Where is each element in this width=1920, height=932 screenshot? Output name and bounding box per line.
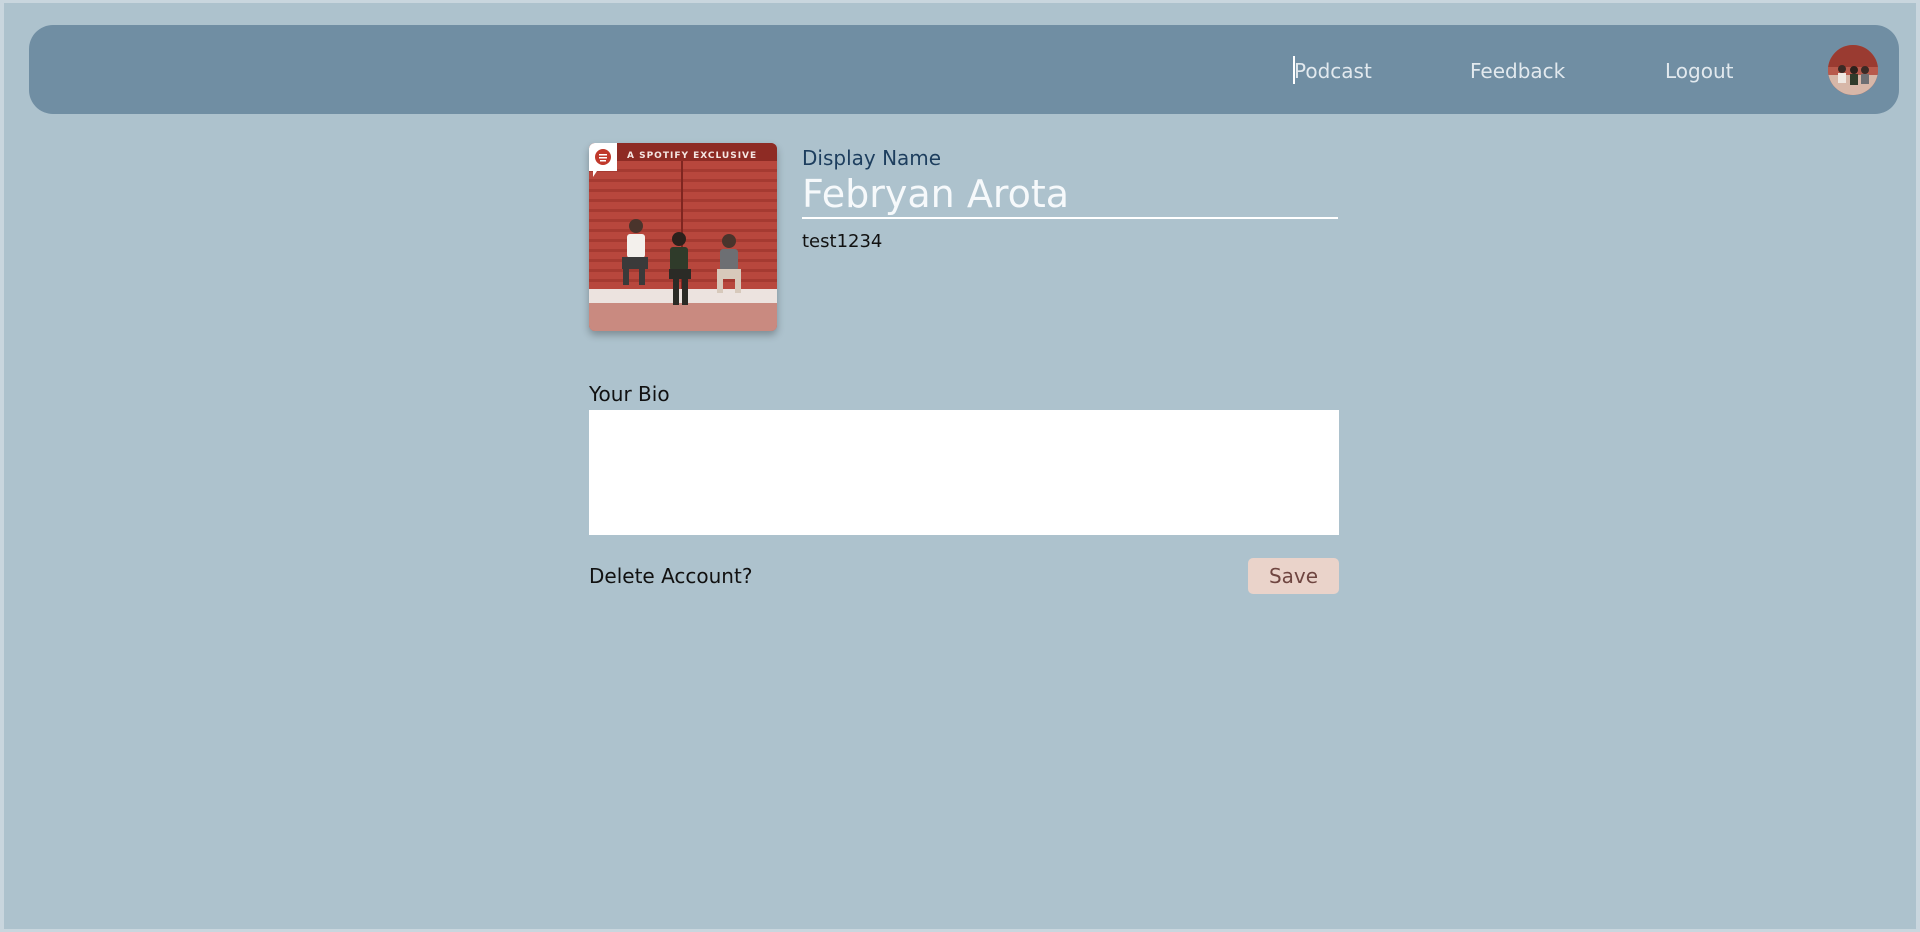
user-avatar[interactable] [1828, 45, 1878, 95]
top-navbar: Podcast Feedback Logout [29, 25, 1899, 114]
bio-label: Your Bio [589, 382, 670, 406]
page-frame: Podcast Feedback Logout A SPOTIFY EXCLUS… [4, 3, 1916, 929]
cover-banner-text: A SPOTIFY EXCLUSIVE [627, 151, 758, 161]
display-name-label: Display Name [802, 146, 942, 170]
bio-textarea[interactable] [589, 410, 1339, 535]
nav-link-feedback[interactable]: Feedback [1470, 59, 1565, 83]
nav-link-logout[interactable]: Logout [1665, 59, 1733, 83]
nav-link-podcast[interactable]: Podcast [1294, 59, 1372, 83]
delete-account-link[interactable]: Delete Account? [589, 563, 752, 589]
save-button[interactable]: Save [1248, 558, 1339, 594]
display-name-input[interactable]: Febryan Arota [802, 171, 1338, 219]
cover-photo [589, 143, 777, 331]
username-text: test1234 [802, 231, 883, 252]
podcast-cover-image[interactable]: A SPOTIFY EXCLUSIVE [589, 143, 777, 331]
avatar-photo-icon [1828, 45, 1878, 95]
